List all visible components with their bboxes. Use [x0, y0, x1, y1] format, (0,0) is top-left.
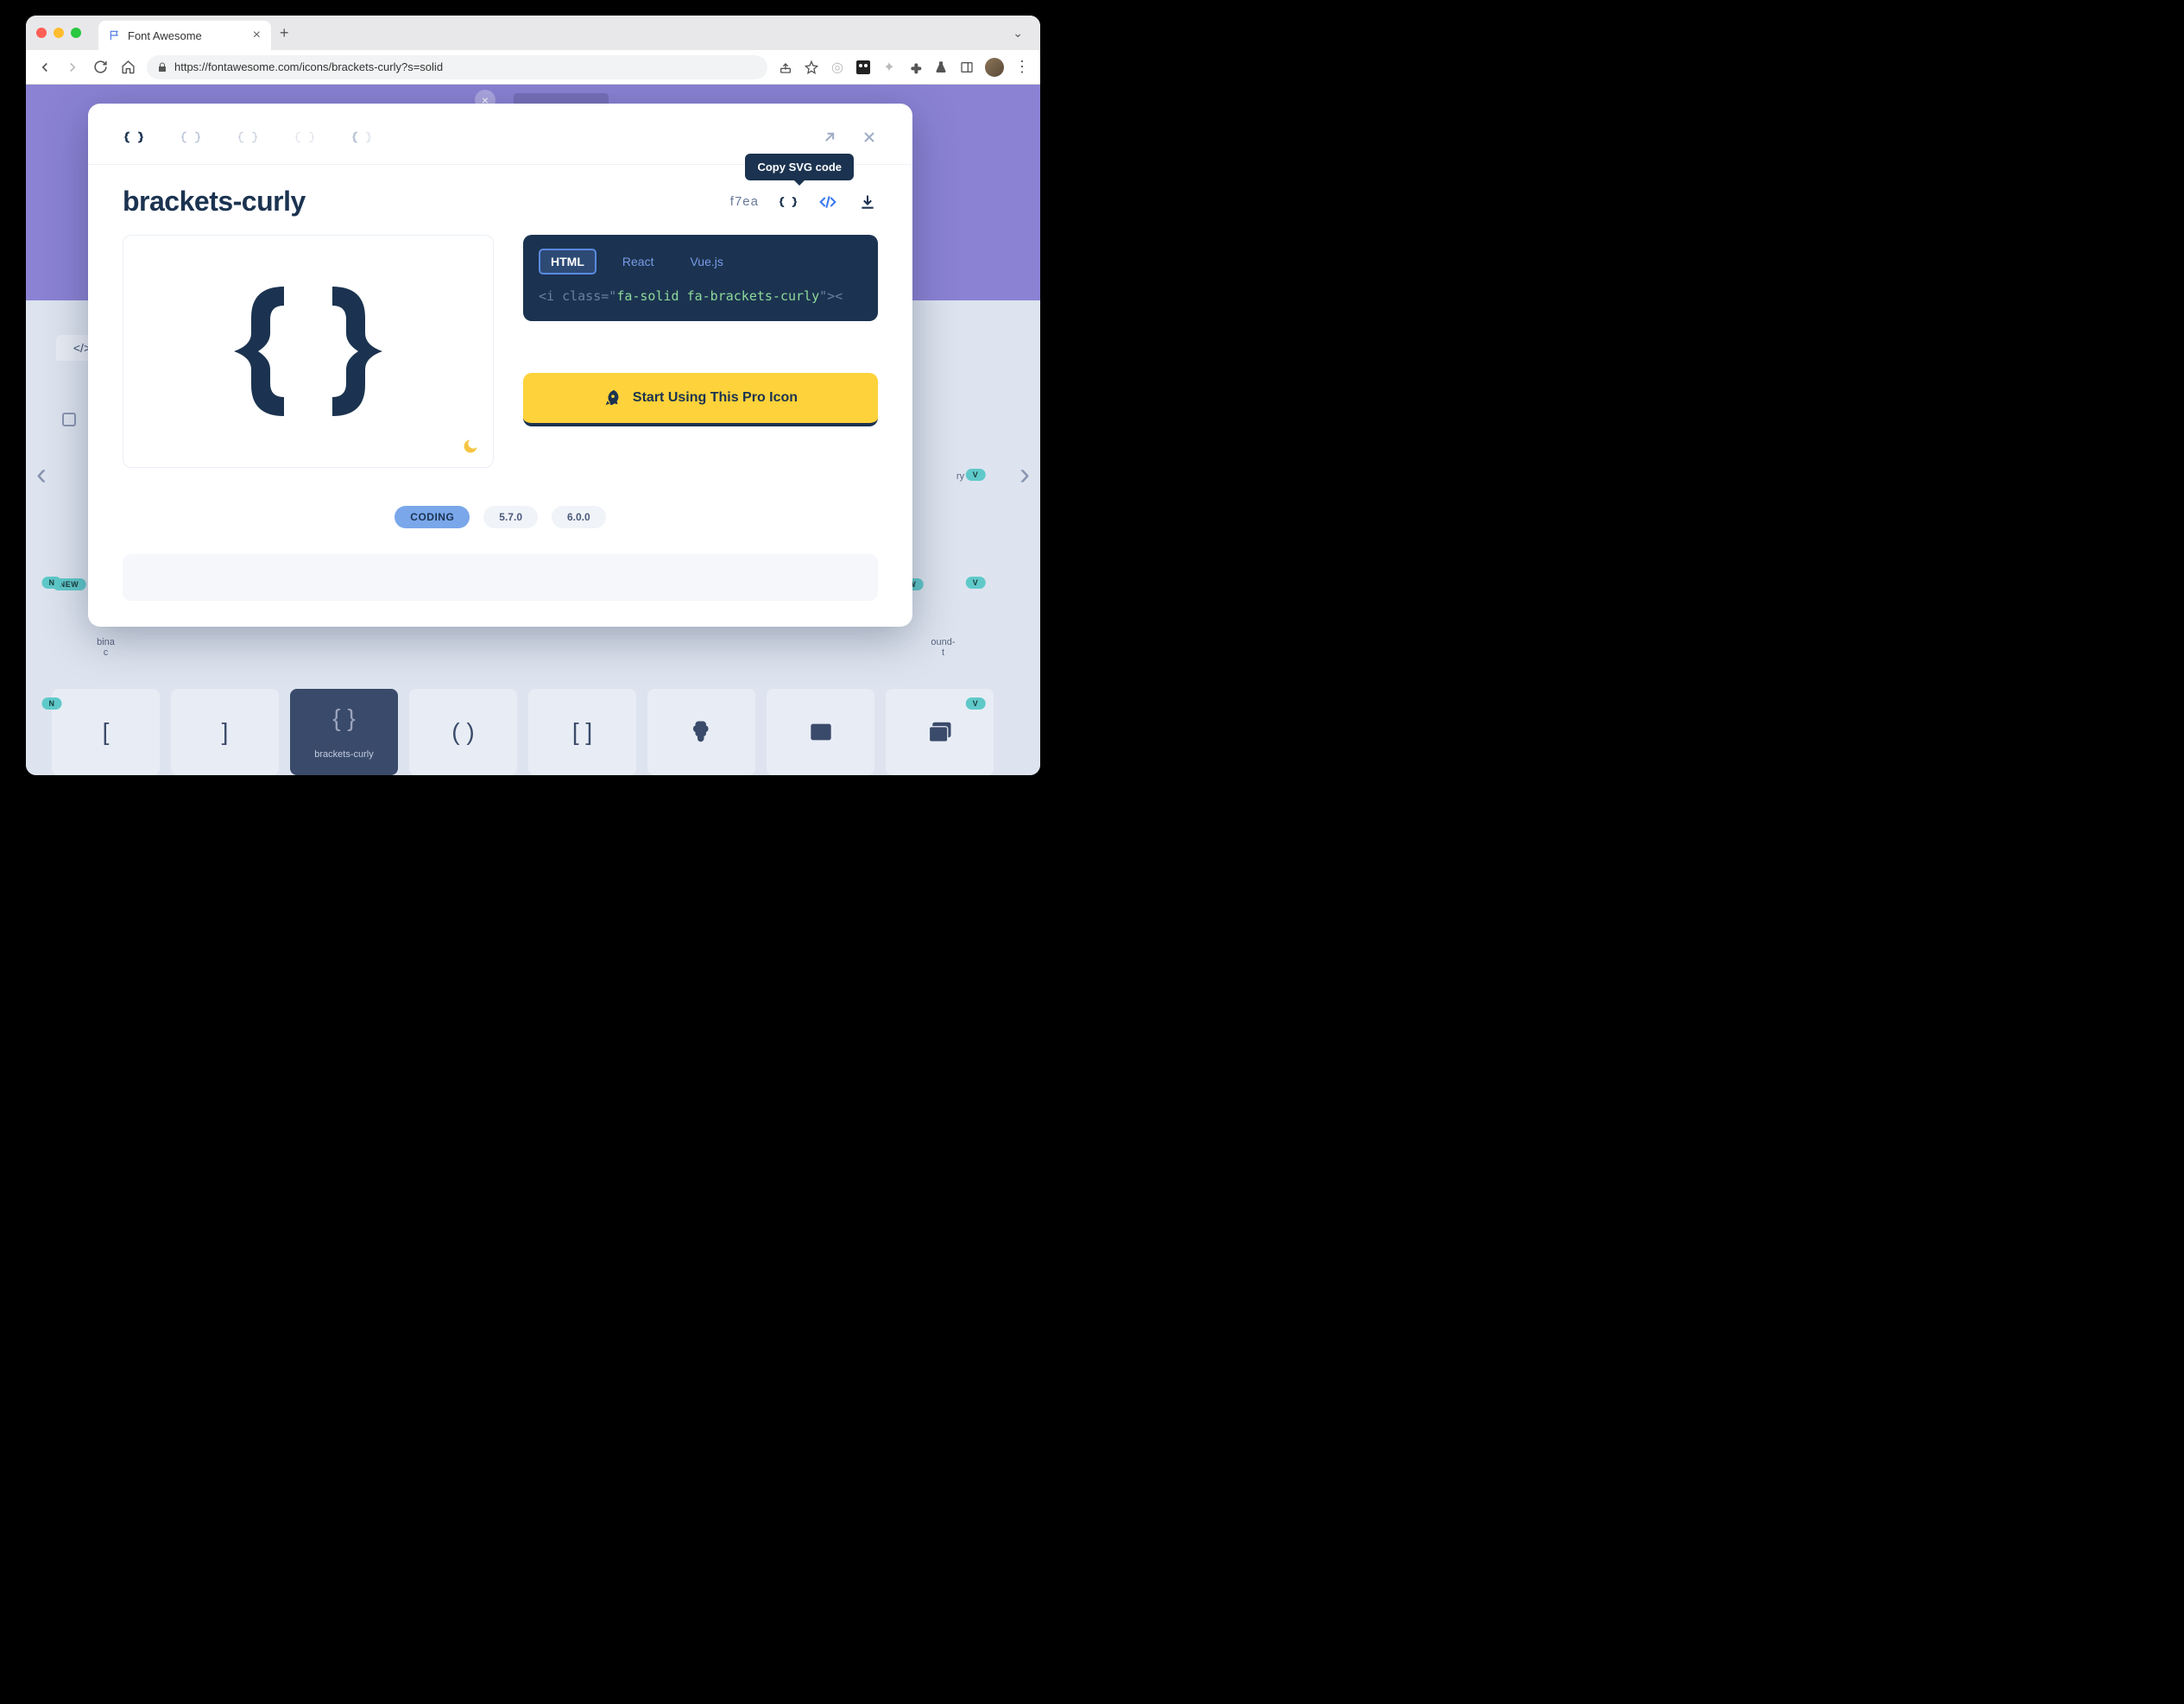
dark-mode-toggle[interactable] — [462, 438, 479, 455]
grid-item-brackets-curly[interactable]: { } brackets-curly — [290, 689, 398, 775]
window-minimize-button[interactable] — [54, 28, 64, 38]
tag-category[interactable]: CODING — [395, 506, 470, 528]
bracket-square-icon: [ — [103, 718, 110, 746]
code-tab-html[interactable]: HTML — [539, 249, 596, 275]
grid-item-bracket-square-right[interactable]: ] bracket-square-right — [171, 689, 279, 775]
close-modal-button[interactable] — [861, 129, 878, 146]
extensions-icon[interactable] — [907, 60, 923, 75]
grid-item-label: binac — [52, 637, 160, 658]
new-badge: V — [966, 469, 986, 481]
browser-icon — [809, 720, 833, 744]
code-panel: HTML React Vue.js <i class="fa-solid fa-… — [523, 235, 878, 321]
new-badge: N — [42, 577, 62, 589]
grid-item-label: ry — [906, 471, 1014, 482]
tags-row: CODING 5.7.0 6.0.0 — [123, 506, 878, 528]
toolbar-icons: ◎ ✦ ⋮ — [778, 58, 1030, 77]
grid-item-label: ound-t — [889, 637, 997, 658]
tag-version-1[interactable]: 5.7.0 — [483, 506, 538, 528]
star-icon[interactable] — [804, 60, 819, 75]
flag-icon — [109, 29, 121, 41]
code-snippet[interactable]: <i class="fa-solid fa-brackets-curly">< — [539, 288, 862, 304]
flask-icon[interactable] — [933, 60, 949, 75]
forward-button[interactable] — [64, 59, 81, 76]
browser-window: Font Awesome × + ⌄ https://fontawesome.c… — [26, 16, 1040, 775]
brain-circuit-icon — [689, 719, 715, 745]
code-tab-react[interactable]: React — [612, 250, 665, 273]
style-duotone-button[interactable] — [350, 126, 373, 148]
style-variants-row — [123, 126, 878, 148]
style-thin-button[interactable] — [294, 126, 316, 148]
page-background: × </> ‹ › ba ry NEW binac — [26, 85, 1040, 775]
download-button[interactable] — [857, 192, 878, 212]
copy-svg-tooltip: Copy SVG code — [745, 154, 854, 180]
panel-icon[interactable] — [959, 60, 975, 75]
url-text: https://fontawesome.com/icons/brackets-c… — [174, 60, 443, 73]
modal-header: brackets-curly f7ea Copy SVG code — [123, 186, 878, 218]
extension-icon-3[interactable]: ✦ — [881, 60, 897, 75]
brackets-square-icon-grid: [ ] — [572, 718, 592, 746]
bracket-square-right-icon: ] — [222, 718, 229, 746]
grid-item-brain-circuit[interactable]: brain-circuit — [647, 689, 755, 775]
browser-titlebar: Font Awesome × + ⌄ — [26, 16, 1040, 50]
back-button[interactable] — [36, 59, 54, 76]
extension-icon-1[interactable]: ◎ — [830, 60, 845, 75]
lock-icon — [157, 62, 167, 73]
code-tab-vue[interactable]: Vue.js — [679, 250, 733, 273]
traffic-lights — [36, 28, 81, 38]
browser-tab[interactable]: Font Awesome × — [98, 21, 271, 50]
new-badge: V — [966, 577, 986, 589]
grid-item-brackets-square[interactable]: [ ] brackets-square — [528, 689, 636, 775]
tag-version-2[interactable]: 6.0.0 — [552, 506, 606, 528]
reload-button[interactable] — [92, 59, 109, 76]
browsers-icon — [927, 719, 953, 745]
grid-item-browser[interactable]: browser — [767, 689, 874, 775]
code-tabs: HTML React Vue.js — [539, 249, 862, 275]
grid-item-bracket-square[interactable]: [ bracket-square — [52, 689, 160, 775]
modal-footer — [123, 554, 878, 601]
unicode-value[interactable]: f7ea — [730, 194, 759, 209]
icon-preview-panel — [123, 235, 494, 468]
browser-toolbar: https://fontawesome.com/icons/brackets-c… — [26, 50, 1040, 85]
code-class: fa-solid fa-brackets-curly — [616, 288, 819, 304]
select-all-checkbox[interactable] — [62, 413, 76, 426]
style-solid-button[interactable] — [123, 126, 145, 148]
code-prefix: <i class=" — [539, 288, 616, 304]
rocket-icon — [603, 388, 622, 407]
copy-svg-button[interactable]: Copy SVG code — [817, 192, 838, 212]
brackets-round-icon: ( ) — [451, 718, 474, 746]
profile-avatar[interactable] — [985, 58, 1004, 77]
grid-item-label: brackets-curly — [314, 749, 373, 760]
start-using-pro-button[interactable]: Start Using This Pro Icon — [523, 373, 878, 426]
new-badge: V — [966, 697, 986, 710]
carousel-prev-button[interactable]: ‹ — [36, 456, 47, 492]
code-suffix: ">< — [819, 288, 843, 304]
grid-item-brackets-round[interactable]: ( ) brackets-round — [409, 689, 517, 775]
extension-icon-2[interactable] — [855, 60, 871, 75]
new-tab-button[interactable]: + — [280, 24, 289, 42]
browser-menu-button[interactable]: ⋮ — [1014, 58, 1030, 76]
cta-label: Start Using This Pro Icon — [633, 390, 798, 406]
window-maximize-button[interactable] — [71, 28, 81, 38]
icon-detail-modal: brackets-curly f7ea Copy SVG code — [88, 104, 912, 627]
share-icon[interactable] — [778, 60, 793, 75]
tabs-dropdown-button[interactable]: ⌄ — [1013, 26, 1030, 41]
tab-close-button[interactable]: × — [253, 28, 261, 43]
home-button[interactable] — [119, 59, 136, 76]
carousel-next-button[interactable]: › — [1019, 456, 1030, 492]
copy-glyph-button[interactable] — [778, 192, 798, 212]
icon-title: brackets-curly — [123, 186, 306, 218]
window-close-button[interactable] — [36, 28, 47, 38]
url-bar[interactable]: https://fontawesome.com/icons/brackets-c… — [147, 55, 767, 79]
new-badge: N — [42, 697, 62, 710]
style-light-button[interactable] — [237, 126, 259, 148]
brackets-curly-icon: { } — [332, 704, 355, 732]
brackets-curly-preview-icon — [222, 278, 395, 425]
open-external-button[interactable] — [821, 129, 838, 146]
modal-body: HTML React Vue.js <i class="fa-solid fa-… — [123, 235, 878, 468]
tab-title: Font Awesome — [128, 29, 202, 42]
style-regular-button[interactable] — [180, 126, 202, 148]
